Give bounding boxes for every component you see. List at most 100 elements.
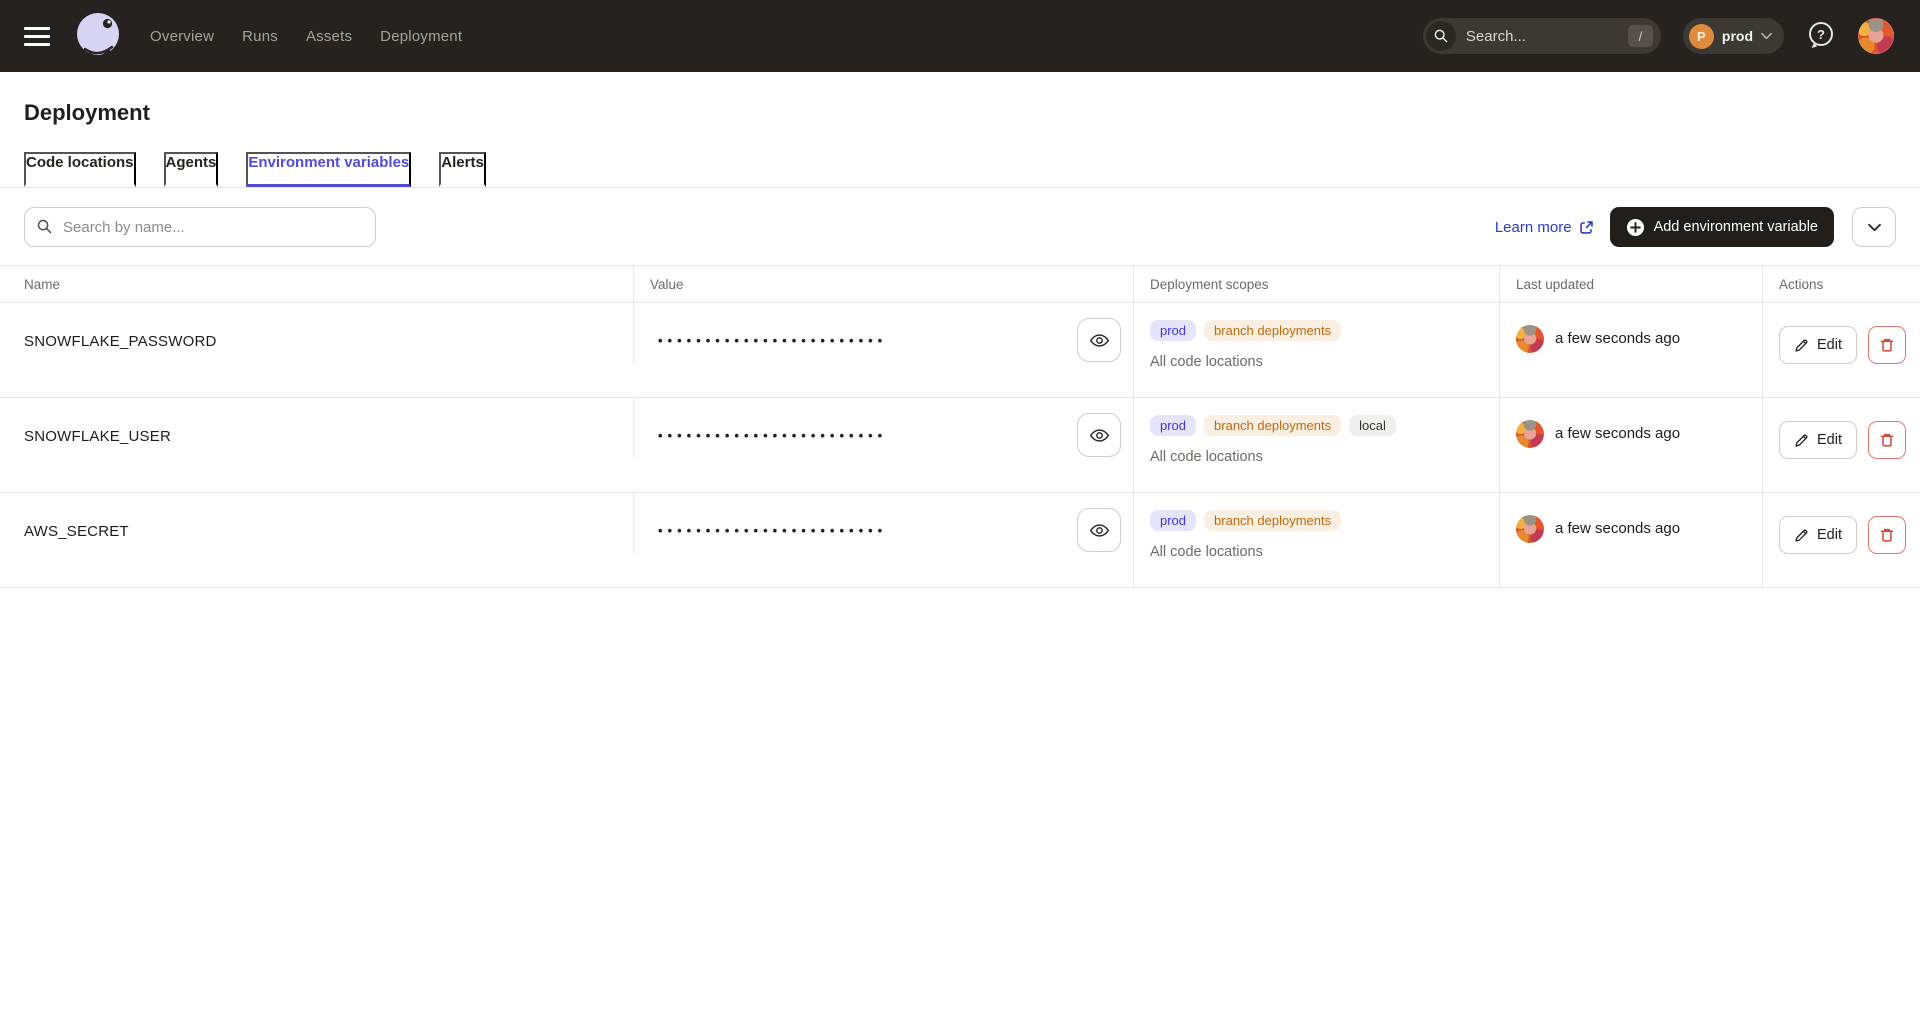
nav-item-deployment[interactable]: Deployment — [380, 28, 462, 45]
table-row: SNOWFLAKE_PASSWORD •••••••••••••••••••••… — [0, 303, 1920, 398]
hamburger-icon — [24, 27, 50, 30]
topbar-right: Search... / P prod ? — [1423, 18, 1894, 54]
masked-value: •••••••••••••••••••••••• — [658, 333, 887, 348]
table-body: SNOWFLAKE_PASSWORD •••••••••••••••••••••… — [0, 303, 1920, 588]
column-header-deployment-scopes: Deployment scopes — [1133, 266, 1499, 302]
eye-icon — [1089, 425, 1110, 446]
tab-code-locations[interactable]: Code locations — [24, 152, 136, 187]
deployment-scopes-cell: prodbranch deployments All code location… — [1133, 303, 1499, 397]
actions-cell: Edit — [1762, 493, 1920, 587]
trash-icon — [1879, 432, 1895, 448]
dagster-logo[interactable] — [72, 8, 124, 64]
nav-item-assets[interactable]: Assets — [306, 28, 352, 45]
deployment-scopes-cell: prodbranch deploymentslocal All code loc… — [1133, 398, 1499, 492]
code-locations-label: All code locations — [1150, 354, 1499, 370]
table-row: SNOWFLAKE_USER •••••••••••••••••••••••• … — [0, 398, 1920, 493]
search-icon — [1426, 21, 1456, 51]
external-link-icon — [1579, 220, 1594, 235]
reveal-value-button[interactable] — [1077, 508, 1121, 552]
chevron-down-icon — [1868, 223, 1881, 232]
trash-icon — [1879, 527, 1895, 543]
column-header-last-updated: Last updated — [1499, 266, 1762, 302]
chevron-down-icon — [1761, 32, 1772, 40]
scope-badges: prodbranch deployments — [1150, 320, 1499, 341]
scope-badge-prod: prod — [1150, 510, 1196, 531]
dagster-octopus-icon — [72, 8, 124, 64]
global-search-placeholder: Search... — [1466, 28, 1526, 45]
tab-agents[interactable]: Agents — [164, 152, 219, 187]
svg-text:?: ? — [1817, 27, 1825, 42]
deployment-switcher-label: prod — [1722, 28, 1753, 44]
reveal-value-button[interactable] — [1077, 318, 1121, 362]
trash-icon — [1879, 337, 1895, 353]
delete-button[interactable] — [1868, 421, 1906, 459]
last-updated-text: a few seconds ago — [1555, 515, 1680, 537]
add-variable-dropdown-button[interactable] — [1852, 207, 1896, 247]
value-cell: •••••••••••••••••••••••• — [633, 493, 1133, 553]
deployment-switcher[interactable]: P prod — [1683, 18, 1784, 54]
column-header-actions: Actions — [1762, 266, 1920, 302]
editor-avatar — [1516, 420, 1544, 448]
search-by-name-input[interactable] — [24, 207, 376, 247]
eye-icon — [1089, 520, 1110, 541]
plus-circle-icon — [1626, 218, 1645, 237]
toolbar-right: Learn more Add environment variable — [1495, 207, 1896, 247]
add-button-label: Add environment variable — [1654, 219, 1818, 235]
help-button[interactable]: ? — [1806, 20, 1836, 52]
pencil-icon — [1794, 433, 1809, 448]
user-avatar[interactable] — [1858, 18, 1894, 54]
code-locations-label: All code locations — [1150, 544, 1499, 560]
value-cell: •••••••••••••••••••••••• — [633, 398, 1133, 458]
scope-badges: prod branch deployments — [1150, 510, 1499, 531]
column-header-value: Value — [633, 266, 1133, 302]
last-updated-cell: a few seconds ago — [1499, 398, 1762, 492]
page-header: Deployment — [0, 72, 1920, 126]
eye-icon — [1089, 330, 1110, 351]
search-icon — [36, 218, 53, 240]
name-search-wrapper — [24, 207, 376, 247]
edit-button[interactable]: Edit — [1779, 326, 1857, 364]
page-title: Deployment — [24, 100, 1896, 126]
pencil-icon — [1794, 338, 1809, 353]
primary-nav: Overview Runs Assets Deployment — [150, 28, 462, 45]
reveal-value-button[interactable] — [1077, 413, 1121, 457]
env-var-name: SNOWFLAKE_USER — [0, 398, 633, 492]
scope-badge-branch-deployments: branch deployments — [1204, 415, 1341, 436]
masked-value: •••••••••••••••••••••••• — [658, 428, 887, 443]
delete-button[interactable] — [1868, 326, 1906, 364]
nav-item-overview[interactable]: Overview — [150, 28, 214, 45]
last-updated-text: a few seconds ago — [1555, 420, 1680, 442]
topbar: Overview Runs Assets Deployment Search..… — [0, 0, 1920, 72]
deployment-scopes-cell: prod branch deployments All code location… — [1133, 493, 1499, 587]
env-var-name: AWS_SECRET — [0, 493, 633, 587]
search-shortcut-key: / — [1628, 25, 1653, 47]
column-header-name: Name — [0, 266, 633, 302]
global-search[interactable]: Search... / — [1423, 18, 1661, 54]
scope-badges: prodbranch deploymentslocal — [1150, 415, 1499, 436]
nav-item-runs[interactable]: Runs — [242, 28, 278, 45]
scope-badge-branch-deployments: branch deployments — [1204, 510, 1341, 531]
learn-more-link[interactable]: Learn more — [1495, 219, 1594, 236]
code-locations-label: All code locations — [1150, 449, 1499, 465]
help-icon: ? — [1806, 20, 1836, 52]
edit-button[interactable]: Edit — [1779, 421, 1857, 459]
environment-variables-table: Name Value Deployment scopes Last update… — [0, 265, 1920, 588]
tab-alerts[interactable]: Alerts — [439, 152, 486, 187]
value-cell: •••••••••••••••••••••••• — [633, 303, 1133, 363]
edit-button[interactable]: Edit — [1779, 516, 1857, 554]
delete-button[interactable] — [1868, 516, 1906, 554]
editor-avatar — [1516, 325, 1544, 353]
scope-badge-branch-deployments: branch deployments — [1204, 320, 1341, 341]
pencil-icon — [1794, 528, 1809, 543]
masked-value: •••••••••••••••••••••••• — [658, 523, 887, 538]
env-var-name: SNOWFLAKE_PASSWORD — [0, 303, 633, 397]
last-updated-cell: a few seconds ago — [1499, 493, 1762, 587]
deployment-tabs: Code locations Agents Environment variab… — [0, 152, 1920, 188]
envvar-toolbar: Learn more Add environment variable — [0, 188, 1920, 265]
tab-environment-variables[interactable]: Environment variables — [246, 152, 411, 187]
edit-button-label: Edit — [1817, 527, 1842, 543]
last-updated-text: a few seconds ago — [1555, 325, 1680, 347]
table-header-row: Name Value Deployment scopes Last update… — [0, 266, 1920, 303]
hamburger-menu-button[interactable] — [24, 27, 50, 46]
add-environment-variable-button[interactable]: Add environment variable — [1610, 207, 1834, 247]
